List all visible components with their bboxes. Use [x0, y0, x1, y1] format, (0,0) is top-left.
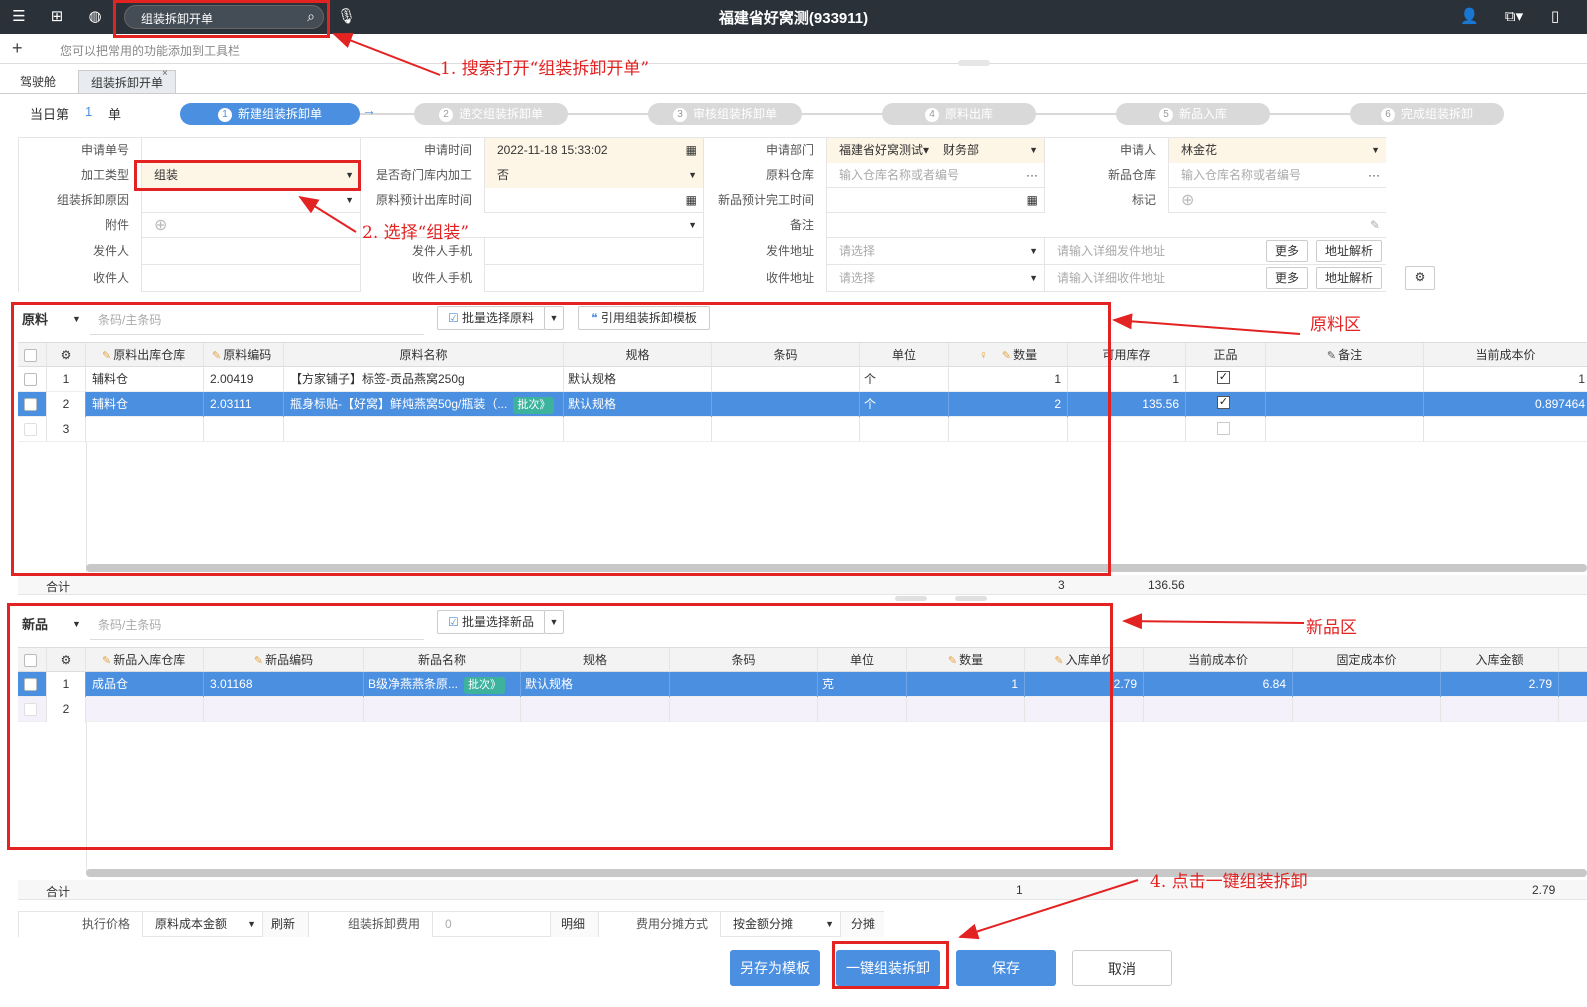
annotation-new-area: 新品区: [1306, 618, 1357, 638]
annotation-arrows: [298, 33, 1305, 940]
annotation-raw-area: 原料区: [1310, 315, 1361, 335]
annotation-step2: 2. 选择“组装”: [362, 223, 470, 243]
annotation-step4: 4. 点击一键组装拆卸: [1150, 872, 1308, 892]
annotation-step1: 1. 搜索打开“组装拆卸开单”: [440, 59, 650, 79]
